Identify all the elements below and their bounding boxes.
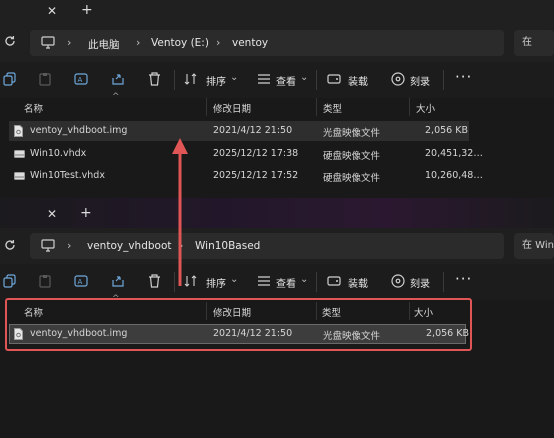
view-button[interactable]: 查看 bbox=[276, 73, 296, 88]
close-tab-button[interactable]: ✕ bbox=[47, 4, 57, 18]
divider bbox=[174, 70, 175, 90]
mount-disc-icon bbox=[327, 274, 341, 288]
breadcrumb-win10based[interactable]: Win10Based bbox=[195, 240, 260, 252]
command-bar: A 排序 ⌄ 查看 ⌄ 装载 刻录 ··· bbox=[0, 62, 554, 98]
column-divider[interactable] bbox=[409, 98, 410, 116]
mount-button[interactable]: 装载 bbox=[348, 73, 368, 88]
chevron-right-icon: › bbox=[216, 36, 221, 49]
chevron-right-icon: › bbox=[136, 36, 141, 49]
address-bar-row: › 此电脑 › Ventoy (E:) › ventoy 在 vent bbox=[0, 24, 554, 74]
sort-button[interactable]: 排序 bbox=[206, 73, 226, 88]
divider bbox=[316, 70, 317, 90]
breadcrumb-ventoy-drive[interactable]: Ventoy (E:) bbox=[151, 37, 209, 49]
view-button[interactable]: 查看 bbox=[276, 275, 296, 290]
monitor-icon bbox=[41, 36, 55, 49]
divider bbox=[316, 272, 317, 292]
more-options-icon[interactable]: ··· bbox=[455, 68, 472, 86]
tab-bar: ✕ + bbox=[0, 198, 554, 228]
copy-icon[interactable] bbox=[3, 72, 16, 86]
file-date: 2025/12/12 17:38 bbox=[213, 148, 299, 159]
column-header-size[interactable]: 大小 bbox=[416, 101, 435, 115]
sort-ascending-icon: ^ bbox=[112, 92, 120, 102]
more-options-icon[interactable]: ··· bbox=[455, 270, 472, 288]
monitor-icon bbox=[41, 239, 55, 252]
table-row[interactable]: ventoy_vhdboot.img 2021/4/12 21:50 光盘映像文… bbox=[9, 121, 469, 141]
burn-disc-icon bbox=[391, 274, 405, 288]
rename-icon[interactable]: A bbox=[74, 274, 88, 288]
sort-icon bbox=[184, 73, 198, 85]
file-size: 2,056 KB bbox=[425, 125, 468, 136]
mount-disc-icon bbox=[327, 72, 341, 86]
new-tab-button[interactable]: + bbox=[80, 205, 92, 221]
delete-icon[interactable] bbox=[148, 72, 161, 86]
file-name: ventoy_vhdboot.img bbox=[30, 125, 128, 136]
address-bar-row: › ventoy_vhdboot › Win10Based 在 Win bbox=[0, 228, 554, 264]
search-input[interactable]: 在 vent bbox=[514, 30, 554, 74]
chevron-down-icon: ⌄ bbox=[230, 72, 239, 83]
refresh-icon[interactable] bbox=[4, 35, 16, 47]
divider bbox=[443, 70, 444, 90]
breadcrumb-this-pc[interactable]: 此电脑 bbox=[88, 37, 120, 52]
svg-text:A: A bbox=[78, 278, 83, 286]
hard-disk-image-icon bbox=[14, 150, 25, 158]
burn-button[interactable]: 刻录 bbox=[410, 275, 430, 290]
mount-button[interactable]: 装载 bbox=[348, 275, 368, 290]
column-divider[interactable] bbox=[316, 98, 317, 116]
sort-button[interactable]: 排序 bbox=[206, 275, 226, 290]
column-header-type[interactable]: 类型 bbox=[323, 101, 342, 115]
view-list-icon bbox=[257, 276, 271, 286]
column-divider[interactable] bbox=[206, 98, 207, 116]
breadcrumb-ventoy-folder[interactable]: ventoy bbox=[232, 37, 268, 49]
chevron-right-icon: › bbox=[67, 239, 72, 252]
rename-icon[interactable]: A bbox=[74, 72, 88, 86]
burn-button[interactable]: 刻录 bbox=[410, 73, 430, 88]
file-date: 2025/12/12 17:52 bbox=[213, 170, 299, 181]
address-bar[interactable]: › 此电脑 › Ventoy (E:) › ventoy bbox=[30, 30, 504, 56]
file-size: 20,451,32… bbox=[425, 148, 483, 159]
column-header-date[interactable]: 修改日期 bbox=[213, 101, 251, 115]
command-bar: A 排序 ⌄ 查看 ⌄ 装载 刻录 ··· bbox=[0, 264, 554, 300]
table-row[interactable]: Win10Test.vhdx 2025/12/12 17:52 硬盘映像文件 1… bbox=[9, 166, 483, 186]
burn-disc-icon bbox=[391, 72, 405, 86]
hard-disk-image-icon bbox=[14, 172, 25, 180]
paste-icon[interactable] bbox=[39, 274, 51, 288]
copy-icon[interactable] bbox=[3, 274, 16, 288]
search-input[interactable]: 在 Win bbox=[514, 233, 554, 259]
tab-bar: ✕ + bbox=[0, 0, 554, 24]
view-list-icon bbox=[257, 74, 271, 84]
share-icon[interactable] bbox=[111, 72, 125, 86]
breadcrumb-ventoy-vhdboot[interactable]: ventoy_vhdboot bbox=[87, 240, 172, 252]
table-row[interactable]: Win10.vhdx 2025/12/12 17:38 硬盘映像文件 20,45… bbox=[9, 144, 483, 164]
chevron-right-icon: › bbox=[67, 36, 72, 49]
file-date: 2021/4/12 21:50 bbox=[213, 125, 293, 136]
svg-text:A: A bbox=[78, 76, 83, 84]
divider bbox=[443, 272, 444, 292]
disc-image-file-icon bbox=[14, 125, 23, 137]
refresh-icon[interactable] bbox=[4, 239, 16, 251]
highlight-box bbox=[5, 298, 472, 351]
chevron-down-icon: ⌄ bbox=[300, 72, 309, 83]
chevron-down-icon: ⌄ bbox=[230, 274, 239, 285]
close-tab-button[interactable]: ✕ bbox=[47, 207, 57, 221]
file-name: Win10Test.vhdx bbox=[30, 170, 105, 181]
file-size: 10,260,48… bbox=[425, 170, 483, 181]
share-icon[interactable] bbox=[111, 274, 125, 288]
column-header-name[interactable]: 名称 bbox=[24, 101, 43, 115]
new-tab-button[interactable]: + bbox=[81, 2, 93, 18]
chevron-down-icon: ⌄ bbox=[300, 274, 309, 285]
file-type: 硬盘映像文件 bbox=[323, 151, 381, 162]
file-list: ^ 名称 修改日期 类型 大小 ventoy_vhdboot.img 2021/… bbox=[0, 92, 554, 198]
up-arrow-annotation bbox=[172, 138, 188, 286]
address-bar[interactable]: › ventoy_vhdboot › Win10Based bbox=[30, 233, 504, 259]
paste-icon[interactable] bbox=[39, 72, 51, 86]
file-type: 硬盘映像文件 bbox=[323, 173, 381, 184]
delete-icon[interactable] bbox=[148, 274, 161, 288]
file-type: 光盘映像文件 bbox=[323, 128, 381, 139]
file-name: Win10.vhdx bbox=[30, 148, 87, 159]
